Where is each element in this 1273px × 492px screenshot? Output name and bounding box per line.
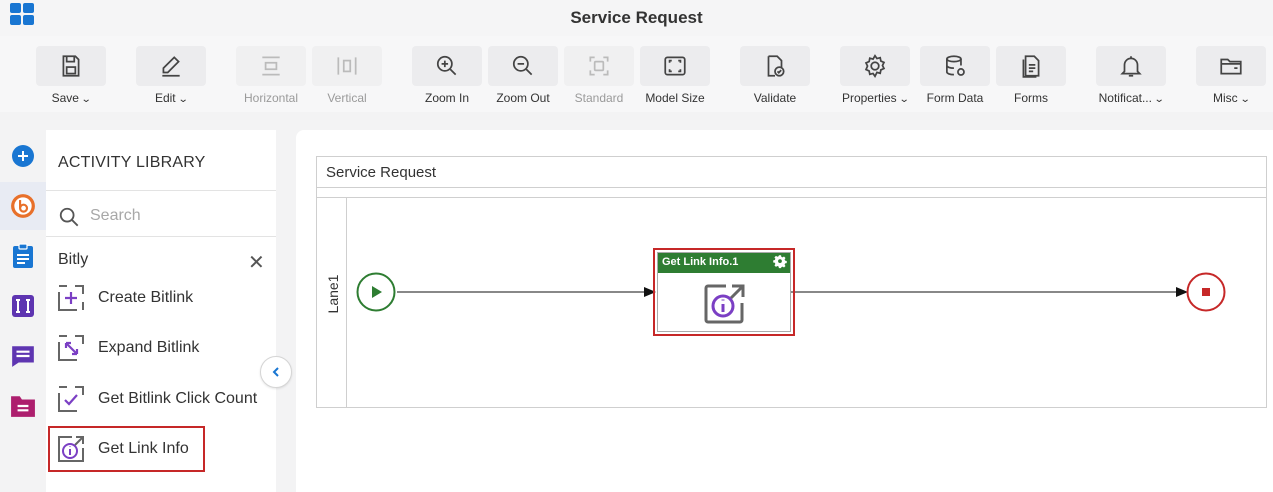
library-item-label: Get Bitlink Click Count (98, 390, 258, 407)
forms-button[interactable]: Forms (996, 46, 1066, 106)
folder-icon (1220, 58, 1242, 75)
standard-button[interactable]: Standard (564, 46, 634, 106)
edit-label: Edit (154, 91, 176, 105)
pool[interactable]: Service Request Lane1 Get Link Info.1 (316, 156, 1267, 408)
clipboard-icon (13, 243, 33, 268)
validate-label: Validate (753, 91, 797, 105)
library-item-label: Get Link Info (98, 440, 189, 457)
save-button[interactable]: Save ⌄ (36, 46, 106, 106)
task-get-link-info[interactable]: Get Link Info.1 (653, 248, 795, 336)
zoom-in-icon (436, 55, 457, 76)
get-link-info-icon (704, 284, 745, 324)
properties-button[interactable]: Properties ⌄ (840, 46, 910, 106)
pencil-icon (162, 56, 180, 77)
end-event[interactable] (1186, 272, 1226, 312)
library-item-label: Create Bitlink (98, 289, 194, 306)
validate-icon (767, 55, 785, 77)
get-link-info-icon (58, 436, 84, 462)
task-title: Get Link Info.1 (662, 256, 739, 268)
chevron-down-icon: ⌄ (177, 94, 189, 105)
library-item-expand-bitlink[interactable]: Expand Bitlink (56, 332, 266, 364)
collapse-panel-button[interactable] (260, 356, 292, 388)
close-icon[interactable]: ✕ (248, 250, 265, 275)
fit-screen-icon (664, 56, 686, 76)
model-size-label: Model Size (645, 91, 705, 105)
left-rail (0, 130, 46, 492)
process-canvas[interactable]: Service Request Lane1 Get Link Info.1 (296, 130, 1273, 492)
form-data-label: Form Data (926, 91, 984, 105)
rail-comments[interactable] (0, 332, 46, 380)
gear-icon (864, 54, 886, 78)
vertical-label: Vertical (327, 91, 367, 105)
properties-label: Properties (841, 91, 897, 105)
document-folder-icon (11, 396, 35, 417)
search-input[interactable] (90, 204, 260, 228)
zoom-out-label: Zoom Out (496, 91, 550, 105)
misc-button[interactable]: Misc ⌄ (1196, 46, 1266, 106)
horizontal-layout-icon (262, 56, 280, 76)
pool-title: Service Request (317, 157, 1266, 188)
zoom-out-icon (512, 55, 533, 76)
activity-library-title: ACTIVITY LIBRARY (58, 154, 206, 171)
model-size-button[interactable]: Model Size (640, 46, 710, 106)
vertical-button[interactable]: Vertical (312, 46, 382, 106)
bell-icon (1120, 56, 1142, 77)
standard-label: Standard (574, 91, 624, 105)
rail-bitly[interactable] (0, 182, 46, 230)
database-icon (946, 55, 965, 76)
save-label: Save (51, 91, 79, 105)
divider (46, 190, 276, 191)
zoom-out-button[interactable]: Zoom Out (488, 46, 558, 106)
chevron-down-icon: ⌄ (1153, 94, 1165, 105)
activity-library-panel: ACTIVITY LIBRARY Bitly ✕ Create Bitlink … (46, 130, 276, 492)
group-title-bitly: Bitly (58, 251, 89, 268)
validate-button[interactable]: Validate (740, 46, 810, 106)
rail-variables[interactable] (0, 282, 46, 330)
variables-icon (12, 295, 34, 317)
vertical-layout-icon (337, 57, 357, 75)
divider (46, 236, 276, 237)
zoom-in-button[interactable]: Zoom In (412, 46, 482, 106)
create-bitlink-icon (58, 285, 84, 311)
library-item-get-bitlink-click-count[interactable]: Get Bitlink Click Count (56, 378, 266, 420)
click-count-icon (58, 386, 84, 412)
chevron-down-icon: ⌄ (80, 94, 92, 105)
comment-icon (12, 346, 34, 367)
notifications-label: Notificat... (1098, 91, 1152, 105)
save-icon (62, 55, 80, 77)
search-icon (59, 207, 79, 227)
horizontal-label: Horizontal (243, 91, 299, 105)
form-data-button[interactable]: Form Data (920, 46, 990, 106)
rail-add[interactable] (0, 132, 46, 180)
forms-label: Forms (1014, 91, 1048, 105)
library-item-get-link-info[interactable]: Get Link Info (48, 426, 205, 472)
task-body: Get Link Info.1 (657, 252, 791, 332)
notifications-button[interactable]: Notificat... ⌄ (1096, 46, 1166, 106)
app-header: Service Request (0, 0, 1273, 36)
library-item-create-bitlink[interactable]: Create Bitlink (56, 282, 266, 314)
misc-label: Misc (1212, 91, 1238, 105)
task-header: Get Link Info.1 (658, 253, 790, 273)
page-title: Service Request (570, 8, 703, 27)
chevron-left-icon (272, 367, 279, 377)
library-item-label: Expand Bitlink (98, 339, 200, 356)
start-event[interactable] (356, 272, 396, 312)
lane[interactable]: Lane1 Get Link Info.1 (317, 197, 1266, 408)
chevron-down-icon: ⌄ (1239, 94, 1251, 105)
bitly-icon (11, 194, 35, 218)
toolbar: Save ⌄ Edit ⌄ Horizontal Vertical Zoom In … (0, 36, 1273, 112)
horizontal-button[interactable]: Horizontal (236, 46, 306, 106)
zoom-in-label: Zoom In (424, 91, 469, 105)
rail-documents[interactable] (0, 382, 46, 430)
chevron-down-icon: ⌄ (898, 94, 910, 105)
gear-icon[interactable] (773, 255, 787, 269)
expand-bitlink-icon (58, 335, 84, 361)
rail-tasks[interactable] (0, 232, 46, 280)
edit-button[interactable]: Edit ⌄ (136, 46, 206, 106)
forms-icon (1022, 55, 1040, 78)
plus-circle-icon (12, 145, 34, 167)
standard-size-icon (589, 56, 609, 76)
